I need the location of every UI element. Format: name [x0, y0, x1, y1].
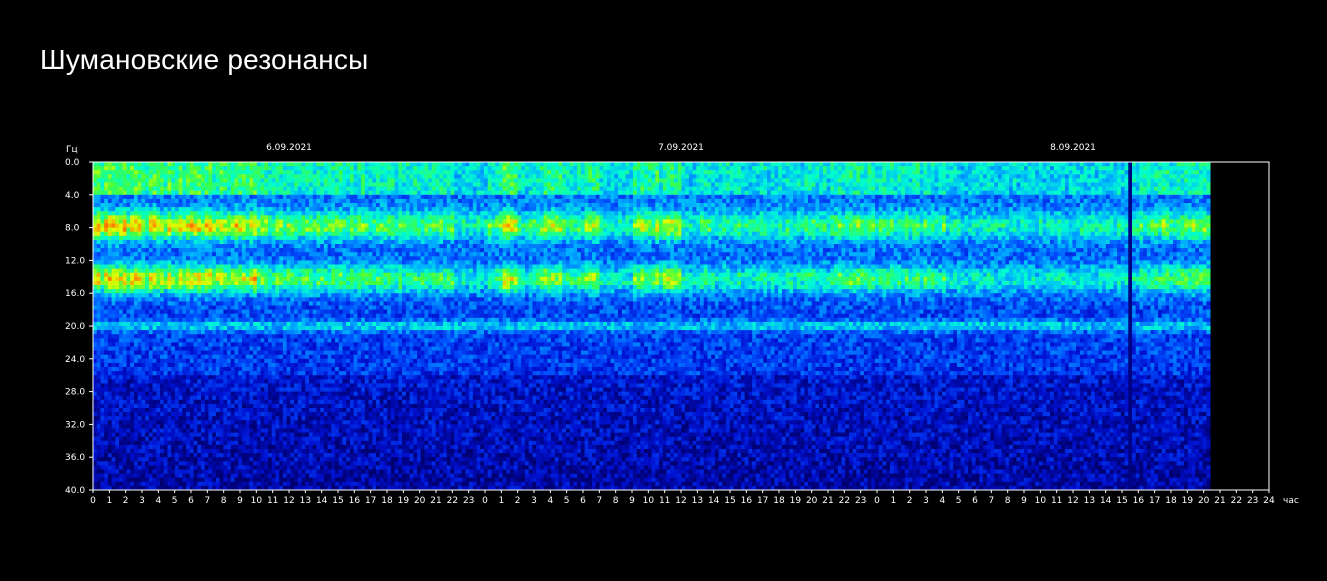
x-tick-label: 10	[643, 496, 655, 506]
x-tick-label: 8	[1005, 496, 1011, 506]
y-tick-label: 12.0	[65, 256, 85, 266]
x-tick-label: 19	[1182, 496, 1194, 506]
x-tick-label: 0	[874, 496, 880, 506]
x-tick-label: 7	[988, 496, 994, 506]
x-tick-label: 3	[923, 496, 929, 506]
x-tick-label: 13	[300, 496, 311, 506]
x-tick-label: 2	[123, 496, 129, 506]
x-tick-label: 2	[907, 496, 913, 506]
x-tick-label: 1	[106, 496, 112, 506]
x-tick-label: 11	[659, 496, 670, 506]
x-tick-label: 16	[349, 496, 361, 506]
y-tick-label: 32.0	[65, 420, 85, 430]
x-tick-label: 20	[1198, 496, 1210, 506]
x-tick-label: 9	[629, 496, 635, 506]
x-tick-label: 14	[708, 496, 720, 506]
x-tick-label: 23	[1247, 496, 1258, 506]
x-tick-label: 20	[806, 496, 818, 506]
x-tick-label: 12	[675, 496, 686, 506]
x-tick-label: 18	[773, 496, 785, 506]
x-tick-label: 6	[188, 496, 194, 506]
x-tick-label: 17	[365, 496, 376, 506]
x-tick-label: 6	[580, 496, 586, 506]
x-tick-label: 12	[1067, 496, 1078, 506]
x-axis: 0 1 2 3 4 5 6 7 8 9 10 11 12 13 14 15 16 17 18 19 20 21 22 23 0 1…	[90, 490, 1275, 506]
x-tick-label: 15	[724, 496, 735, 506]
x-tick-label: 9	[1021, 496, 1027, 506]
x-tick-label: 15	[1116, 496, 1127, 506]
x-tick-label: 11	[267, 496, 278, 506]
x-tick-label: 16	[741, 496, 753, 506]
spectrogram-chart: 0.0 4.0 8.0 12.0 16.0 20.0 24.0 28.0 32.0 36.0 40.…	[65, 143, 1299, 506]
x-tick-label: 19	[398, 496, 410, 506]
x-tick-label: 7	[596, 496, 602, 506]
spectrogram-heatmap	[93, 162, 1211, 491]
x-tick-label: 16	[1133, 496, 1145, 506]
x-tick-label: 7	[204, 496, 210, 506]
x-tick-label: 21	[822, 496, 833, 506]
x-tick-label: 14	[316, 496, 328, 506]
x-axis-label: час	[1283, 496, 1299, 506]
x-tick-label: 17	[757, 496, 768, 506]
y-tick-label: 0.0	[65, 158, 80, 168]
y-tick-label: 20.0	[65, 322, 85, 332]
y-tick-label: 8.0	[65, 224, 80, 234]
y-tick-label: 16.0	[65, 289, 85, 299]
x-tick-label: 8	[221, 496, 227, 506]
x-tick-label: 18	[1165, 496, 1177, 506]
y-tick-label: 24.0	[65, 355, 85, 365]
x-tick-label: 23	[855, 496, 866, 506]
x-tick-label: 2	[515, 496, 521, 506]
x-tick-label: 0	[90, 496, 96, 506]
x-tick-label: 6	[972, 496, 978, 506]
x-tick-label: 4	[547, 496, 553, 506]
x-tick-label: 23	[463, 496, 474, 506]
y-axis: 0.0 4.0 8.0 12.0 16.0 20.0 24.0 28.0 32.0 36.0 40.…	[65, 158, 93, 496]
y-tick-label: 28.0	[65, 388, 85, 398]
x-tick-label: 1	[890, 496, 896, 506]
x-tick-label: 10	[1035, 496, 1047, 506]
x-tick-label: 3	[139, 496, 145, 506]
y-tick-label: 36.0	[65, 453, 85, 463]
date-label: 6.09.2021	[266, 143, 312, 153]
y-tick-label: 40.0	[65, 486, 85, 496]
x-tick-label: 10	[251, 496, 263, 506]
x-tick-label: 21	[430, 496, 441, 506]
x-tick-label: 0	[482, 496, 488, 506]
x-tick-label: 4	[155, 496, 161, 506]
x-tick-label: 12	[283, 496, 294, 506]
x-tick-label: 13	[692, 496, 703, 506]
y-tick-label: 4.0	[65, 191, 80, 201]
x-tick-label: 13	[1084, 496, 1095, 506]
date-labels: 6.09.2021 7.09.2021 8.09.2021	[266, 143, 1096, 153]
x-tick-label: 3	[531, 496, 537, 506]
x-tick-label: 24	[1263, 496, 1275, 506]
x-tick-label: 5	[956, 496, 962, 506]
x-tick-label: 8	[613, 496, 619, 506]
x-tick-label: 5	[564, 496, 570, 506]
x-tick-label: 20	[414, 496, 426, 506]
x-tick-label: 19	[790, 496, 802, 506]
date-label: 8.09.2021	[1050, 143, 1096, 153]
x-tick-label: 1	[498, 496, 504, 506]
x-tick-label: 9	[237, 496, 243, 506]
x-tick-label: 22	[447, 496, 458, 506]
date-label: 7.09.2021	[658, 143, 704, 153]
x-tick-label: 14	[1100, 496, 1112, 506]
x-tick-label: 4	[939, 496, 945, 506]
x-tick-label: 5	[172, 496, 178, 506]
x-tick-label: 11	[1051, 496, 1062, 506]
x-tick-label: 22	[839, 496, 850, 506]
x-tick-label: 18	[381, 496, 393, 506]
x-tick-label: 22	[1231, 496, 1242, 506]
x-tick-label: 21	[1214, 496, 1225, 506]
x-tick-label: 17	[1149, 496, 1160, 506]
y-axis-label: Гц	[66, 145, 78, 155]
x-tick-label: 15	[332, 496, 343, 506]
